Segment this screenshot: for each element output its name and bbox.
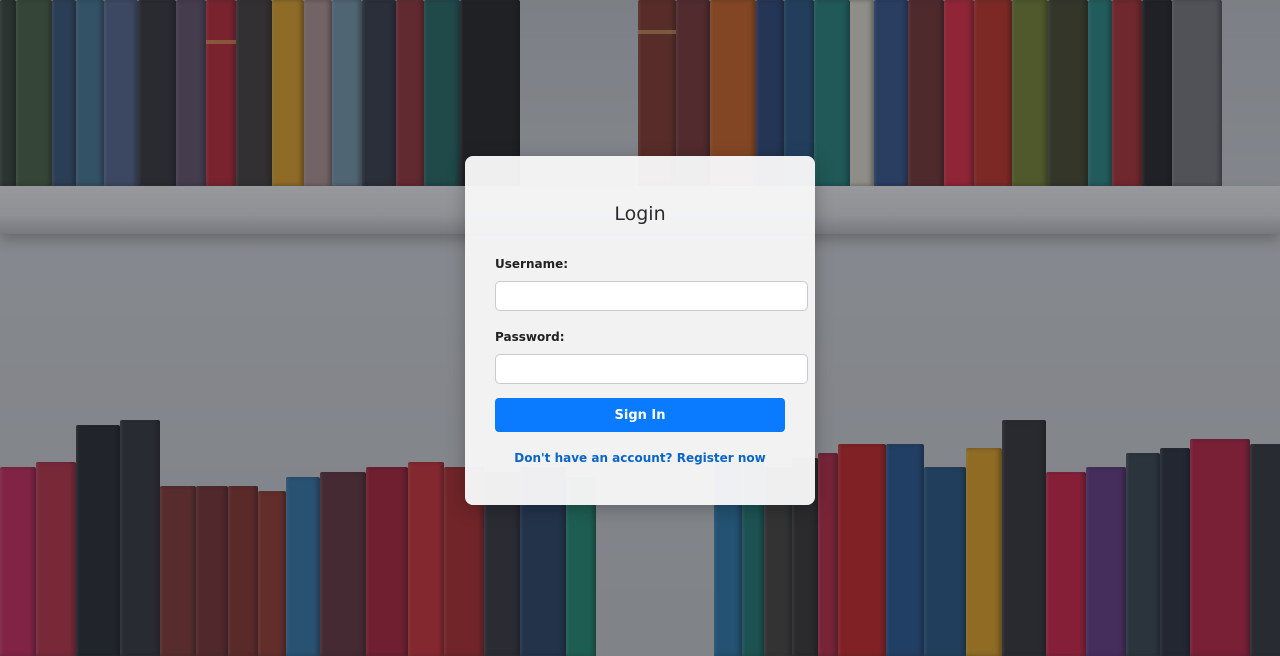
password-label: Password: (495, 330, 565, 344)
sign-in-button[interactable]: Sign In (495, 398, 785, 432)
login-title: Login (614, 203, 666, 225)
username-input[interactable] (495, 281, 808, 311)
register-link[interactable]: Don't have an account? Register now (465, 451, 815, 465)
username-label: Username: (495, 257, 569, 271)
login-card: Login Username: Password: Sign In Don't … (465, 156, 815, 505)
password-input[interactable] (495, 354, 808, 384)
